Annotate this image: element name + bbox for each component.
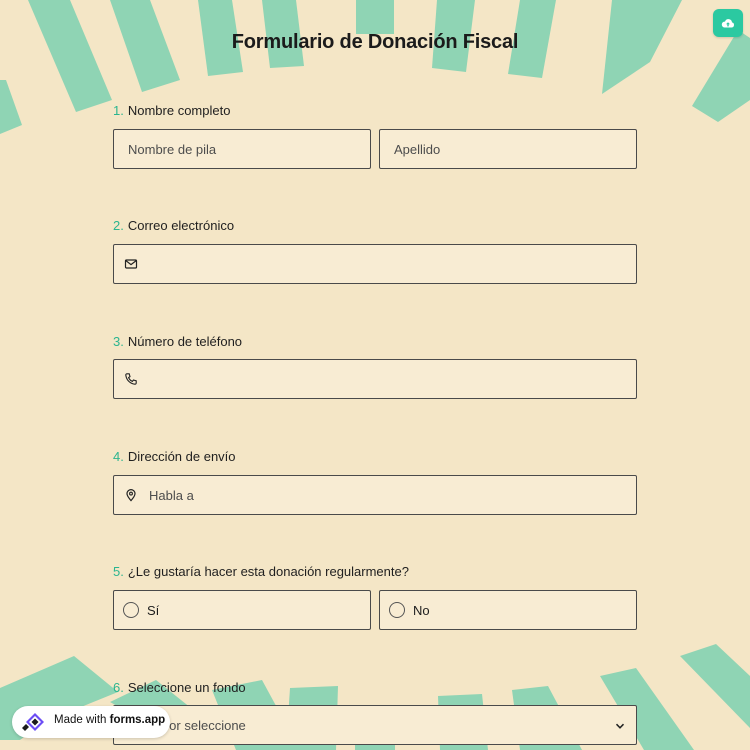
upload-button[interactable]: [713, 9, 743, 37]
badge-brand: forms.app: [109, 714, 166, 726]
question-number: 5.: [113, 564, 124, 579]
question-phone: 3. Número de teléfono: [113, 333, 637, 401]
question-number: 4.: [113, 449, 124, 464]
mail-icon: [124, 259, 138, 269]
question-label: 1. Nombre completo: [113, 102, 637, 120]
made-with-badge[interactable]: Made with forms.app: [12, 706, 170, 738]
question-number: 1.: [113, 103, 124, 118]
question-label: 3. Número de teléfono: [113, 333, 637, 351]
page-title: Formulario de Donación Fiscal: [231, 31, 519, 53]
radio-circle[interactable]: [123, 602, 139, 618]
question-label: 2. Correo electrónico: [113, 217, 637, 235]
radio-circle[interactable]: [389, 602, 405, 618]
stripe: [356, 0, 394, 34]
question-recurring: 5. ¿Le gustaría hacer esta donación regul…: [113, 563, 637, 631]
fund-select[interactable]: Por favor seleccione: [113, 705, 637, 745]
question-email: 2. Correo electrónico: [113, 217, 637, 285]
question-full-name: 1. Nombre completo Nombre de pila Apellid…: [113, 102, 637, 170]
question-text: Número de teléfono: [127, 334, 243, 349]
radio-option-no[interactable]: No: [379, 590, 637, 630]
stripe: [28, 0, 112, 112]
chevron-down-icon: [615, 723, 625, 729]
address-field[interactable]: Habla a: [113, 475, 637, 515]
cloud-upload-icon: [721, 19, 735, 28]
map-pin-icon: [126, 489, 136, 502]
stripe: [0, 80, 22, 134]
first-name-placeholder: Nombre de pila: [128, 141, 217, 157]
question-label: 6. Seleccione un fondo: [113, 679, 637, 697]
question-number: 6.: [113, 680, 124, 695]
forms-app-logo-icon: [22, 713, 44, 731]
question-text: Dirección de envío: [127, 449, 236, 464]
stripe: [680, 644, 750, 728]
phone-icon: [125, 373, 137, 385]
badge-text: Made with forms.app: [54, 714, 165, 726]
first-name-field[interactable]: Nombre de pila: [113, 129, 371, 169]
last-name-field[interactable]: Apellido: [379, 129, 637, 169]
question-text: ¿Le gustaría hacer esta donación regular…: [127, 564, 409, 579]
question-fund: 6. Seleccione un fondo Por favor seleccio…: [113, 679, 637, 747]
email-field[interactable]: [113, 244, 637, 284]
last-name-placeholder: Apellido: [394, 141, 441, 157]
question-address: 4. Dirección de envío Habla a: [113, 448, 637, 516]
question-text: Correo electrónico: [127, 218, 235, 233]
question-text: Nombre completo: [127, 103, 231, 118]
question-text: Seleccione un fondo: [127, 680, 246, 695]
question-number: 2.: [113, 218, 124, 233]
question-label: 5. ¿Le gustaría hacer esta donación regul…: [113, 563, 637, 581]
badge-prefix: Made with: [54, 714, 110, 726]
question-label: 4. Dirección de envío: [113, 448, 637, 466]
phone-field[interactable]: [113, 359, 637, 399]
radio-option-yes[interactable]: Sí: [113, 590, 371, 630]
question-number: 3.: [113, 334, 124, 349]
